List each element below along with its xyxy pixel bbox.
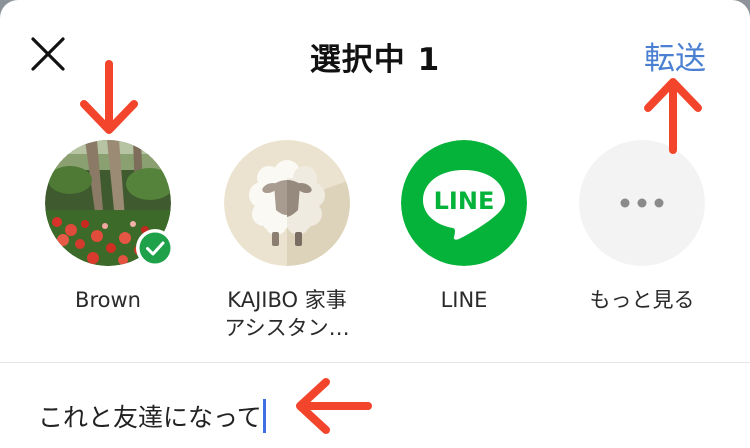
selected-check-icon (136, 229, 174, 267)
recipient-kajibo[interactable]: KAJIBO 家事 アシスタン… (197, 140, 377, 342)
close-button[interactable] (28, 34, 68, 74)
avatar-wrap (224, 140, 350, 266)
recipient-brown[interactable]: Brown (18, 140, 198, 314)
page-title: 選択中 1 (309, 42, 441, 78)
header: 選択中 1 転送 (0, 0, 750, 110)
recipient-label: KAJIBO 家事 アシスタン… (224, 288, 350, 340)
message-input[interactable]: これと友達になって (38, 396, 266, 436)
share-sheet: 選択中 1 転送 Brown KAJIBO 家事 アシスタン… LINE LIN… (0, 0, 750, 448)
avatar-wrap: LINE (401, 140, 527, 266)
recipient-label: LINE (440, 288, 488, 312)
text-caret (262, 399, 266, 433)
forward-button[interactable]: 転送 (644, 33, 706, 78)
message-text: これと友達になって (38, 403, 262, 432)
recipient-label: Brown (75, 288, 141, 312)
line-logo-icon: LINE (401, 140, 527, 266)
sheep-icon (224, 140, 350, 266)
recipient-more[interactable]: もっと見る (552, 140, 732, 314)
recipient-label: もっと見る (589, 288, 695, 312)
close-icon (31, 37, 65, 71)
more-icon (579, 140, 705, 266)
recipient-list: Brown KAJIBO 家事 アシスタン… LINE LINE もっと見る (0, 140, 750, 360)
line-logo-text: LINE (434, 187, 495, 215)
divider (0, 362, 750, 363)
recipient-line[interactable]: LINE LINE (374, 140, 554, 314)
arrow-left-icon (296, 378, 372, 434)
avatar-wrap (45, 140, 174, 267)
avatar-wrap (579, 140, 705, 266)
